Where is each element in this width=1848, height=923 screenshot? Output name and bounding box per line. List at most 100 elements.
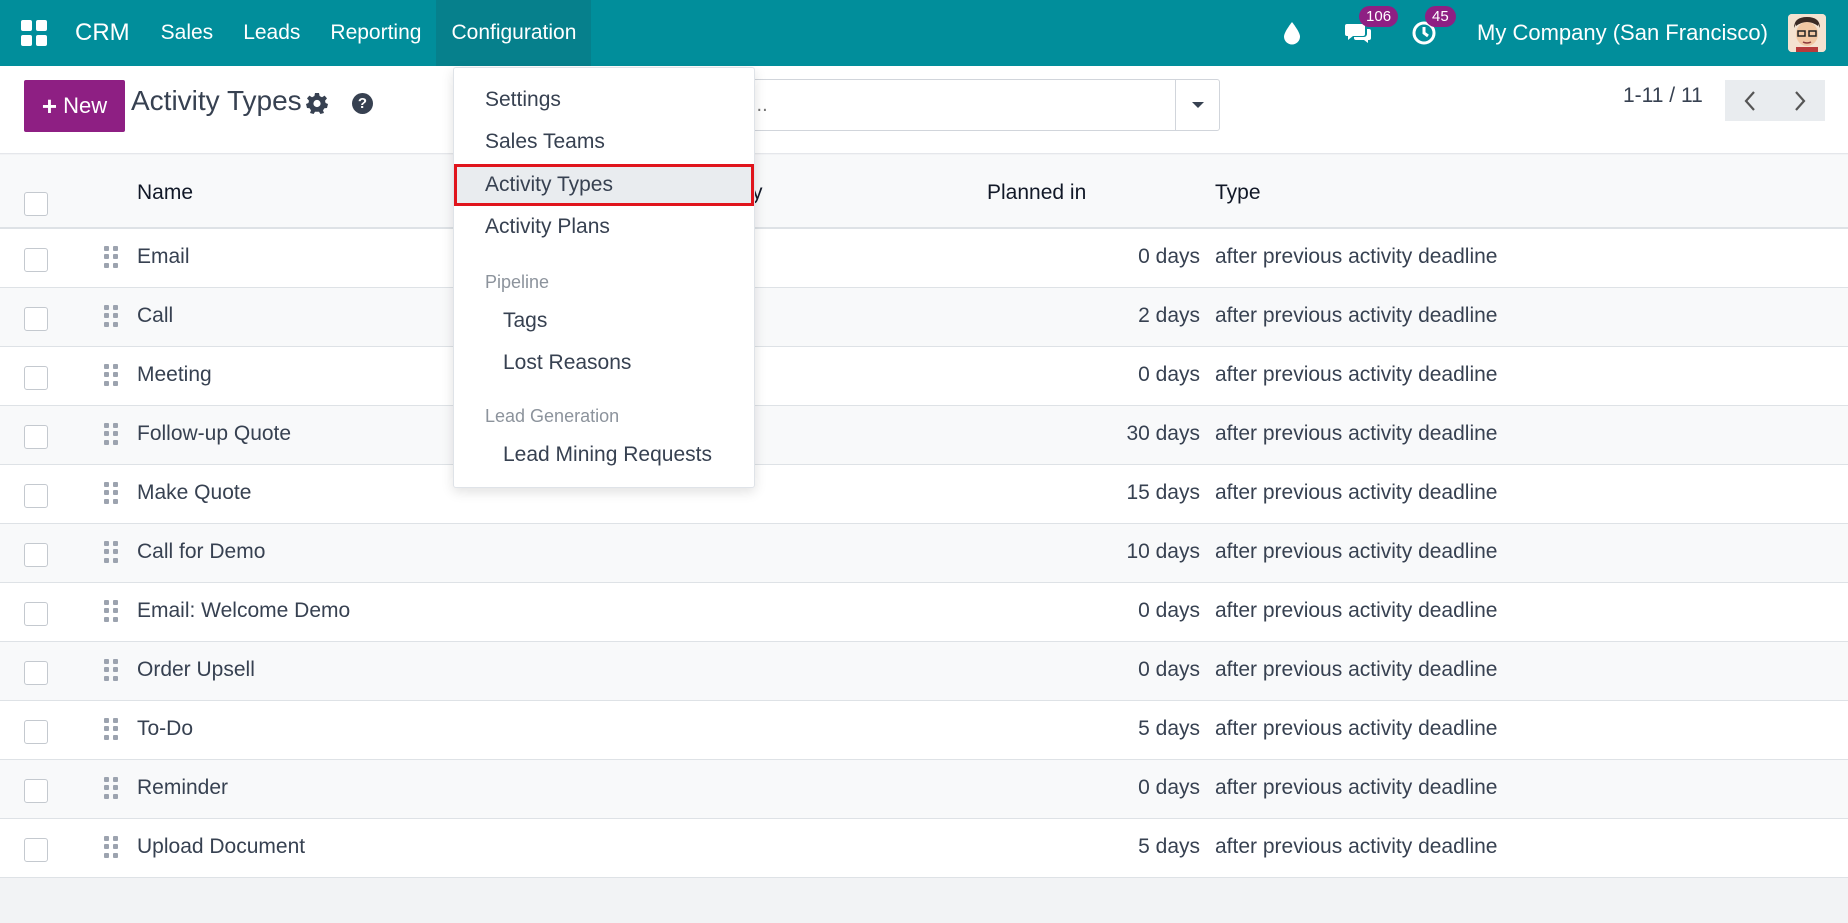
row-name: Meeting bbox=[137, 363, 212, 386]
table-row[interactable]: Upload Document 5 days after previous ac… bbox=[0, 819, 1848, 878]
row-type: after previous activity deadline bbox=[1215, 776, 1498, 799]
table-row[interactable]: Meeting 0 days after previous activity d… bbox=[0, 347, 1848, 406]
messages-icon[interactable]: 106 bbox=[1343, 6, 1399, 48]
row-name: Call for Demo bbox=[137, 540, 266, 563]
row-checkbox[interactable] bbox=[24, 661, 48, 685]
help-icon[interactable]: ? bbox=[352, 93, 373, 114]
column-header-type[interactable]: Type bbox=[1215, 181, 1261, 205]
row-checkbox[interactable] bbox=[24, 543, 48, 567]
drag-handle-icon[interactable] bbox=[104, 423, 118, 445]
search-options-toggle[interactable] bbox=[1175, 80, 1219, 130]
drag-handle-icon[interactable] bbox=[104, 305, 118, 327]
activities-badge: 45 bbox=[1425, 6, 1456, 27]
menu-item-activity-plans[interactable]: Activity Plans bbox=[454, 206, 754, 248]
row-checkbox[interactable] bbox=[24, 307, 48, 331]
row-type: after previous activity deadline bbox=[1215, 304, 1498, 327]
nav-reporting[interactable]: Reporting bbox=[315, 0, 436, 66]
gear-icon[interactable] bbox=[306, 92, 328, 119]
chevron-left-icon bbox=[1744, 90, 1755, 111]
search-box bbox=[740, 79, 1220, 131]
row-planned-in: 5 days bbox=[1138, 717, 1200, 740]
row-checkbox[interactable] bbox=[24, 248, 48, 272]
row-checkbox[interactable] bbox=[24, 838, 48, 862]
droplet-icon[interactable] bbox=[1277, 18, 1307, 48]
row-planned-in: 0 days bbox=[1138, 658, 1200, 681]
new-button-label: New bbox=[63, 93, 108, 118]
row-checkbox[interactable] bbox=[24, 602, 48, 626]
page-title: Activity Types bbox=[131, 85, 302, 116]
table-row[interactable]: Reminder 0 days after previous activity … bbox=[0, 760, 1848, 819]
apps-menu-icon[interactable] bbox=[21, 19, 49, 47]
search-input[interactable] bbox=[741, 80, 1177, 130]
list-header: Name y Planned in Type bbox=[0, 155, 1848, 229]
menu-item-tags[interactable]: Tags bbox=[454, 300, 754, 342]
row-planned-in: 15 days bbox=[1126, 481, 1200, 504]
systray: 106 45 My Company (San Francisco) bbox=[1259, 0, 1848, 66]
row-type: after previous activity deadline bbox=[1215, 245, 1498, 268]
chevron-right-icon bbox=[1795, 90, 1806, 111]
row-planned-in: 30 days bbox=[1126, 422, 1200, 445]
menu-item-activity-types[interactable]: Activity Types bbox=[454, 164, 754, 206]
activities-clock-icon[interactable]: 45 bbox=[1409, 6, 1456, 48]
new-button[interactable]: + New bbox=[24, 80, 125, 132]
table-row[interactable]: Follow-up Quote 30 days after previous a… bbox=[0, 406, 1848, 465]
menu-item-settings[interactable]: Settings bbox=[454, 79, 754, 121]
row-type: after previous activity deadline bbox=[1215, 363, 1498, 386]
row-planned-in: 5 days bbox=[1138, 835, 1200, 858]
app-brand[interactable]: CRM bbox=[75, 19, 130, 47]
row-planned-in: 10 days bbox=[1126, 540, 1200, 563]
drag-handle-icon[interactable] bbox=[104, 777, 118, 799]
row-type: after previous activity deadline bbox=[1215, 835, 1498, 858]
table-row[interactable]: Make Quote 15 days after previous activi… bbox=[0, 465, 1848, 524]
nav-sales[interactable]: Sales bbox=[146, 0, 229, 66]
menu-item-sales-teams[interactable]: Sales Teams bbox=[454, 121, 754, 163]
menu-section-pipeline: Pipeline bbox=[485, 272, 550, 292]
row-planned-in: 0 days bbox=[1138, 245, 1200, 268]
column-header-planned-in[interactable]: Planned in bbox=[987, 181, 1086, 205]
table-row[interactable]: Email 0 days after previous activity dea… bbox=[0, 229, 1848, 288]
user-avatar[interactable] bbox=[1788, 14, 1826, 52]
row-name: Reminder bbox=[137, 776, 229, 799]
control-panel: + New Activity Types ? 1-11 / 11 bbox=[0, 66, 1848, 154]
pager-previous-button[interactable] bbox=[1725, 80, 1775, 121]
drag-handle-icon[interactable] bbox=[104, 364, 118, 386]
table-row[interactable]: Order Upsell 0 days after previous activ… bbox=[0, 642, 1848, 701]
row-name: Upload Document bbox=[137, 835, 306, 858]
menu-item-lost-reasons[interactable]: Lost Reasons bbox=[454, 342, 754, 384]
drag-handle-icon[interactable] bbox=[104, 600, 118, 622]
table-row[interactable]: Call for Demo 10 days after previous act… bbox=[0, 524, 1848, 583]
pager-value[interactable]: 1-11 / 11 bbox=[1623, 84, 1703, 108]
table-row[interactable]: To-Do 5 days after previous activity dea… bbox=[0, 701, 1848, 760]
row-type: after previous activity deadline bbox=[1215, 422, 1498, 445]
caret-down-icon bbox=[1191, 102, 1204, 108]
row-checkbox[interactable] bbox=[24, 425, 48, 449]
pager-next-button[interactable] bbox=[1775, 80, 1825, 121]
table-row[interactable]: Call 2 days after previous activity dead… bbox=[0, 288, 1848, 347]
row-planned-in: 0 days bbox=[1138, 363, 1200, 386]
column-header-name[interactable]: Name bbox=[137, 181, 193, 205]
drag-handle-icon[interactable] bbox=[104, 659, 118, 681]
row-planned-in: 0 days bbox=[1138, 599, 1200, 622]
row-checkbox[interactable] bbox=[24, 484, 48, 508]
drag-handle-icon[interactable] bbox=[104, 836, 118, 858]
drag-handle-icon[interactable] bbox=[104, 246, 118, 268]
menu-item-lead-mining-requests[interactable]: Lead Mining Requests bbox=[454, 434, 754, 476]
drag-handle-icon[interactable] bbox=[104, 541, 118, 563]
row-name: Call bbox=[137, 304, 174, 327]
nav-leads[interactable]: Leads bbox=[228, 0, 315, 66]
row-checkbox[interactable] bbox=[24, 366, 48, 390]
drag-handle-icon[interactable] bbox=[104, 482, 118, 504]
table-row[interactable]: Email: Welcome Demo 0 days after previou… bbox=[0, 583, 1848, 642]
row-type: after previous activity deadline bbox=[1215, 717, 1498, 740]
plus-icon: + bbox=[41, 91, 58, 121]
row-checkbox[interactable] bbox=[24, 720, 48, 744]
row-name: Make Quote bbox=[137, 481, 252, 504]
drag-handle-icon[interactable] bbox=[104, 718, 118, 740]
row-type: after previous activity deadline bbox=[1215, 481, 1498, 504]
nav-configuration[interactable]: Configuration bbox=[436, 0, 592, 66]
row-checkbox[interactable] bbox=[24, 779, 48, 803]
company-switcher[interactable]: My Company (San Francisco) bbox=[1477, 20, 1768, 46]
messages-badge: 106 bbox=[1359, 6, 1399, 27]
row-name: Follow-up Quote bbox=[137, 422, 292, 445]
select-all-checkbox[interactable] bbox=[24, 192, 48, 216]
